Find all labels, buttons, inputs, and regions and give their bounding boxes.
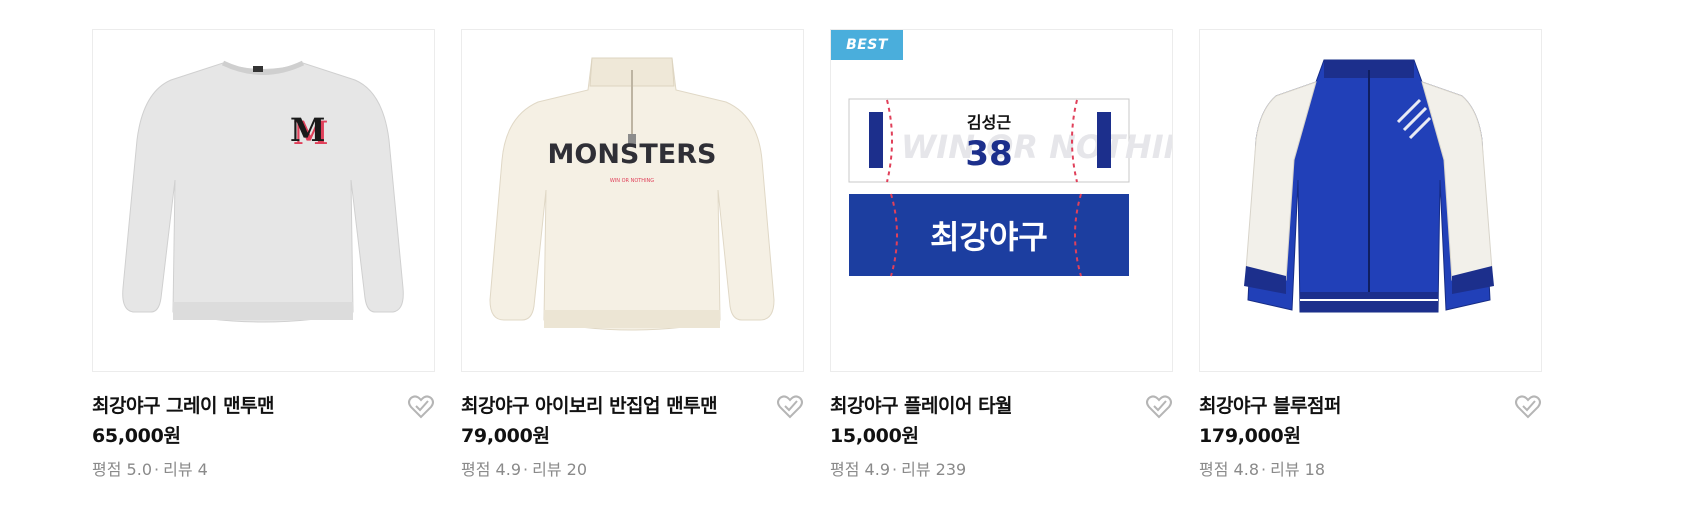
product-rating-review: 평점 5.0 · 리뷰 4 xyxy=(92,460,208,479)
best-badge: BEST xyxy=(831,30,903,60)
rating-value: 5.0 xyxy=(126,460,152,479)
product-rating-review: 평점 4.9 · 리뷰 20 xyxy=(461,460,587,479)
image-slogan-text: WIN OR NOTHING xyxy=(610,178,654,184)
product-price: 65,000원 xyxy=(92,425,181,447)
product-image[interactable]: M M xyxy=(92,29,435,372)
product-card[interactable]: MONSTERS WIN OR NOTHING 최강야구 아이보리 반집업 맨투… xyxy=(461,29,804,479)
product-card[interactable]: BEST WIN OR NOTHING 김성근 38 최강야구 최강야구 플레이… xyxy=(830,29,1173,479)
image-logo-text: MONSTERS xyxy=(548,139,717,170)
product-name[interactable]: 최강야구 플레이어 타월 xyxy=(830,391,1013,418)
rating-value: 4.9 xyxy=(495,460,521,479)
heart-check-icon[interactable] xyxy=(776,393,804,421)
heart-check-icon[interactable] xyxy=(1145,393,1173,421)
product-name[interactable]: 최강야구 블루점퍼 xyxy=(1199,391,1341,418)
image-slogan-text: WIN OR NOTHING xyxy=(901,128,1172,166)
image-player-name: 김성근 xyxy=(967,113,1011,132)
product-rating-review: 평점 4.8 · 리뷰 18 xyxy=(1199,460,1325,479)
image-logo-text: 최강야구 xyxy=(930,218,1048,256)
image-player-number: 38 xyxy=(965,134,1012,174)
review-count: 4 xyxy=(197,460,208,479)
heart-check-icon[interactable] xyxy=(407,393,435,421)
rating-value: 4.8 xyxy=(1233,460,1259,479)
product-name[interactable]: 최강야구 아이보리 반집업 맨투맨 xyxy=(461,391,718,418)
product-image[interactable]: MONSTERS WIN OR NOTHING xyxy=(461,29,804,372)
product-price: 15,000원 xyxy=(830,425,919,447)
product-rating-review: 평점 4.9 · 리뷰 239 xyxy=(830,460,967,479)
product-grid: M M 최강야구 그레이 맨투맨 65,000원 평점 5.0 · 리뷰 4 MON… xyxy=(0,0,1683,529)
product-image[interactable]: BEST WIN OR NOTHING 김성근 38 최강야구 xyxy=(830,29,1173,372)
product-card[interactable]: 최강야구 블루점퍼 179,000원 평점 4.8 · 리뷰 18 xyxy=(1199,29,1542,479)
heart-check-icon[interactable] xyxy=(1514,393,1542,421)
product-image[interactable] xyxy=(1199,29,1542,372)
review-count: 18 xyxy=(1304,460,1325,479)
image-logo-text: M xyxy=(290,111,325,149)
product-card[interactable]: M M 최강야구 그레이 맨투맨 65,000원 평점 5.0 · 리뷰 4 xyxy=(92,29,435,479)
review-count: 20 xyxy=(566,460,587,479)
rating-value: 4.9 xyxy=(864,460,890,479)
product-name[interactable]: 최강야구 그레이 맨투맨 xyxy=(92,391,275,418)
product-price: 79,000원 xyxy=(461,425,550,447)
review-count: 239 xyxy=(935,460,967,479)
product-price: 179,000원 xyxy=(1199,425,1301,447)
